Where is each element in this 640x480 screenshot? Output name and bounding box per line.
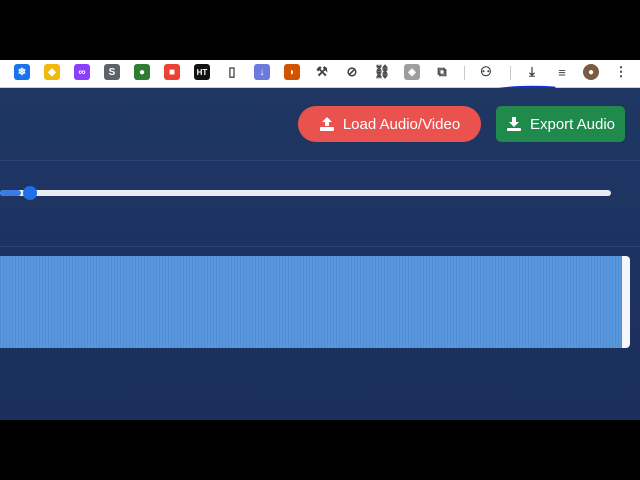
tools-ext-icon[interactable]: ⚒ — [314, 64, 330, 80]
puzzle-color-ext-icon[interactable]: ■ — [164, 64, 180, 80]
extensions-puzzle-icon[interactable]: ⧉ — [434, 64, 450, 80]
download-arrow-ext-icon[interactable]: ↓ — [254, 64, 270, 80]
badge-ext-icon[interactable]: ◈ — [404, 64, 420, 80]
timeline-divider — [0, 246, 640, 247]
incognito-icon[interactable]: ⚇ — [478, 64, 494, 80]
timeline-slider-track[interactable] — [0, 190, 611, 196]
diamond-ext-icon[interactable]: ◆ — [44, 64, 60, 80]
export-audio-button[interactable]: Export Audio — [496, 106, 625, 142]
no-circle-ext-icon[interactable]: ⊘ — [344, 64, 360, 80]
export-button-label: Export Audio — [529, 115, 616, 133]
snowflake-ext-icon[interactable]: ❄ — [14, 64, 30, 80]
toolbar-separator — [464, 66, 465, 80]
globe-ext-icon[interactable]: ● — [134, 64, 150, 80]
ht-ext-icon[interactable]: HT — [194, 64, 210, 80]
kebab-menu-icon[interactable]: ⋮ — [613, 64, 629, 80]
app-frame: ❄ ◆ ∞ S ● ■ HT ▯ ↓ ◗ ⚒ ⊘ ⛓ ◈ ⧉ ⚇ ⤓ ≡ ● ⋮ Load Audio/Video E… — [0, 60, 640, 420]
timeline-slider-fill — [0, 190, 22, 196]
profile-avatar[interactable]: ● — [583, 64, 599, 80]
toolbar-separator — [510, 66, 511, 80]
audio-editor-app: Load Audio/Video Export Audio — [0, 88, 640, 420]
header-divider — [0, 160, 640, 161]
waveform-end-handle[interactable] — [622, 256, 630, 348]
bookmark-ext-icon[interactable]: ▯ — [224, 64, 240, 80]
media-queue-icon[interactable]: ≡ — [554, 64, 570, 80]
shield-s-ext-icon[interactable]: S — [104, 64, 120, 80]
downloads-icon[interactable]: ⤓ — [524, 64, 540, 80]
upload-icon — [319, 117, 334, 131]
load-button-label: Load Audio/Video — [342, 115, 461, 133]
leaf-ext-icon[interactable]: ◗ — [284, 64, 300, 80]
load-audio-video-button[interactable]: Load Audio/Video — [298, 106, 481, 142]
link-ext-icon[interactable]: ⛓ — [374, 64, 390, 80]
download-icon — [506, 117, 521, 131]
infinity-ext-icon[interactable]: ∞ — [74, 64, 90, 80]
timeline-slider-thumb[interactable] — [23, 186, 38, 200]
waveform-track[interactable] — [0, 256, 624, 348]
